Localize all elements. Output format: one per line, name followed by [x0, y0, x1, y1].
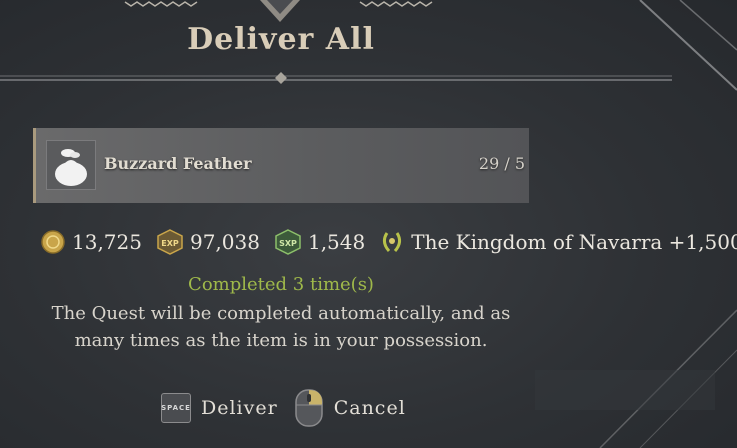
quest-description: The Quest will be completed automaticall…	[0, 300, 562, 354]
deliver-button[interactable]: SPACE Deliver	[161, 393, 278, 423]
exp-icon: EXP	[157, 229, 183, 255]
reward-sxp-value: 1,548	[307, 230, 366, 254]
completed-count: Completed 3 time(s)	[188, 274, 374, 295]
description-line-2: many times as the item is in your posses…	[74, 330, 488, 351]
svg-text:SXP: SXP	[279, 239, 297, 248]
space-key-icon: SPACE	[161, 393, 191, 423]
reward-reputation-value: The Kingdom of Navarra +1,500	[411, 230, 737, 254]
item-row[interactable]: Buzzard Feather 29 / 5	[33, 128, 529, 203]
item-name: Buzzard Feather	[104, 154, 252, 173]
feather-sack-icon	[46, 140, 96, 190]
reward-exp: EXP 97,038	[156, 229, 260, 255]
laurel-icon	[383, 232, 402, 252]
sxp-icon: SXP	[275, 229, 301, 255]
svg-text:EXP: EXP	[161, 239, 179, 248]
reward-silver-value: 13,725	[72, 230, 142, 254]
action-bar: SPACE Deliver Cancel	[161, 389, 422, 427]
reward-silver: 13,725	[40, 229, 142, 255]
title-divider	[0, 72, 672, 84]
description-line-1: The Quest will be completed automaticall…	[51, 303, 511, 324]
page-title: Deliver All	[187, 22, 375, 57]
rewards-row: 13,725 EXP 97,038 SXP 1,548 The Kingdom …	[40, 228, 737, 256]
silver-coin-icon	[41, 230, 65, 254]
cancel-button[interactable]: Cancel	[294, 389, 406, 427]
reward-sxp: SXP 1,548	[274, 229, 365, 255]
cancel-label: Cancel	[333, 397, 406, 419]
item-count: 29 / 5	[478, 154, 525, 173]
mouse-right-click-icon	[294, 389, 323, 427]
reward-reputation: The Kingdom of Navarra +1,500	[379, 229, 737, 255]
deliver-label: Deliver	[201, 397, 278, 419]
reward-exp-value: 97,038	[189, 230, 260, 254]
